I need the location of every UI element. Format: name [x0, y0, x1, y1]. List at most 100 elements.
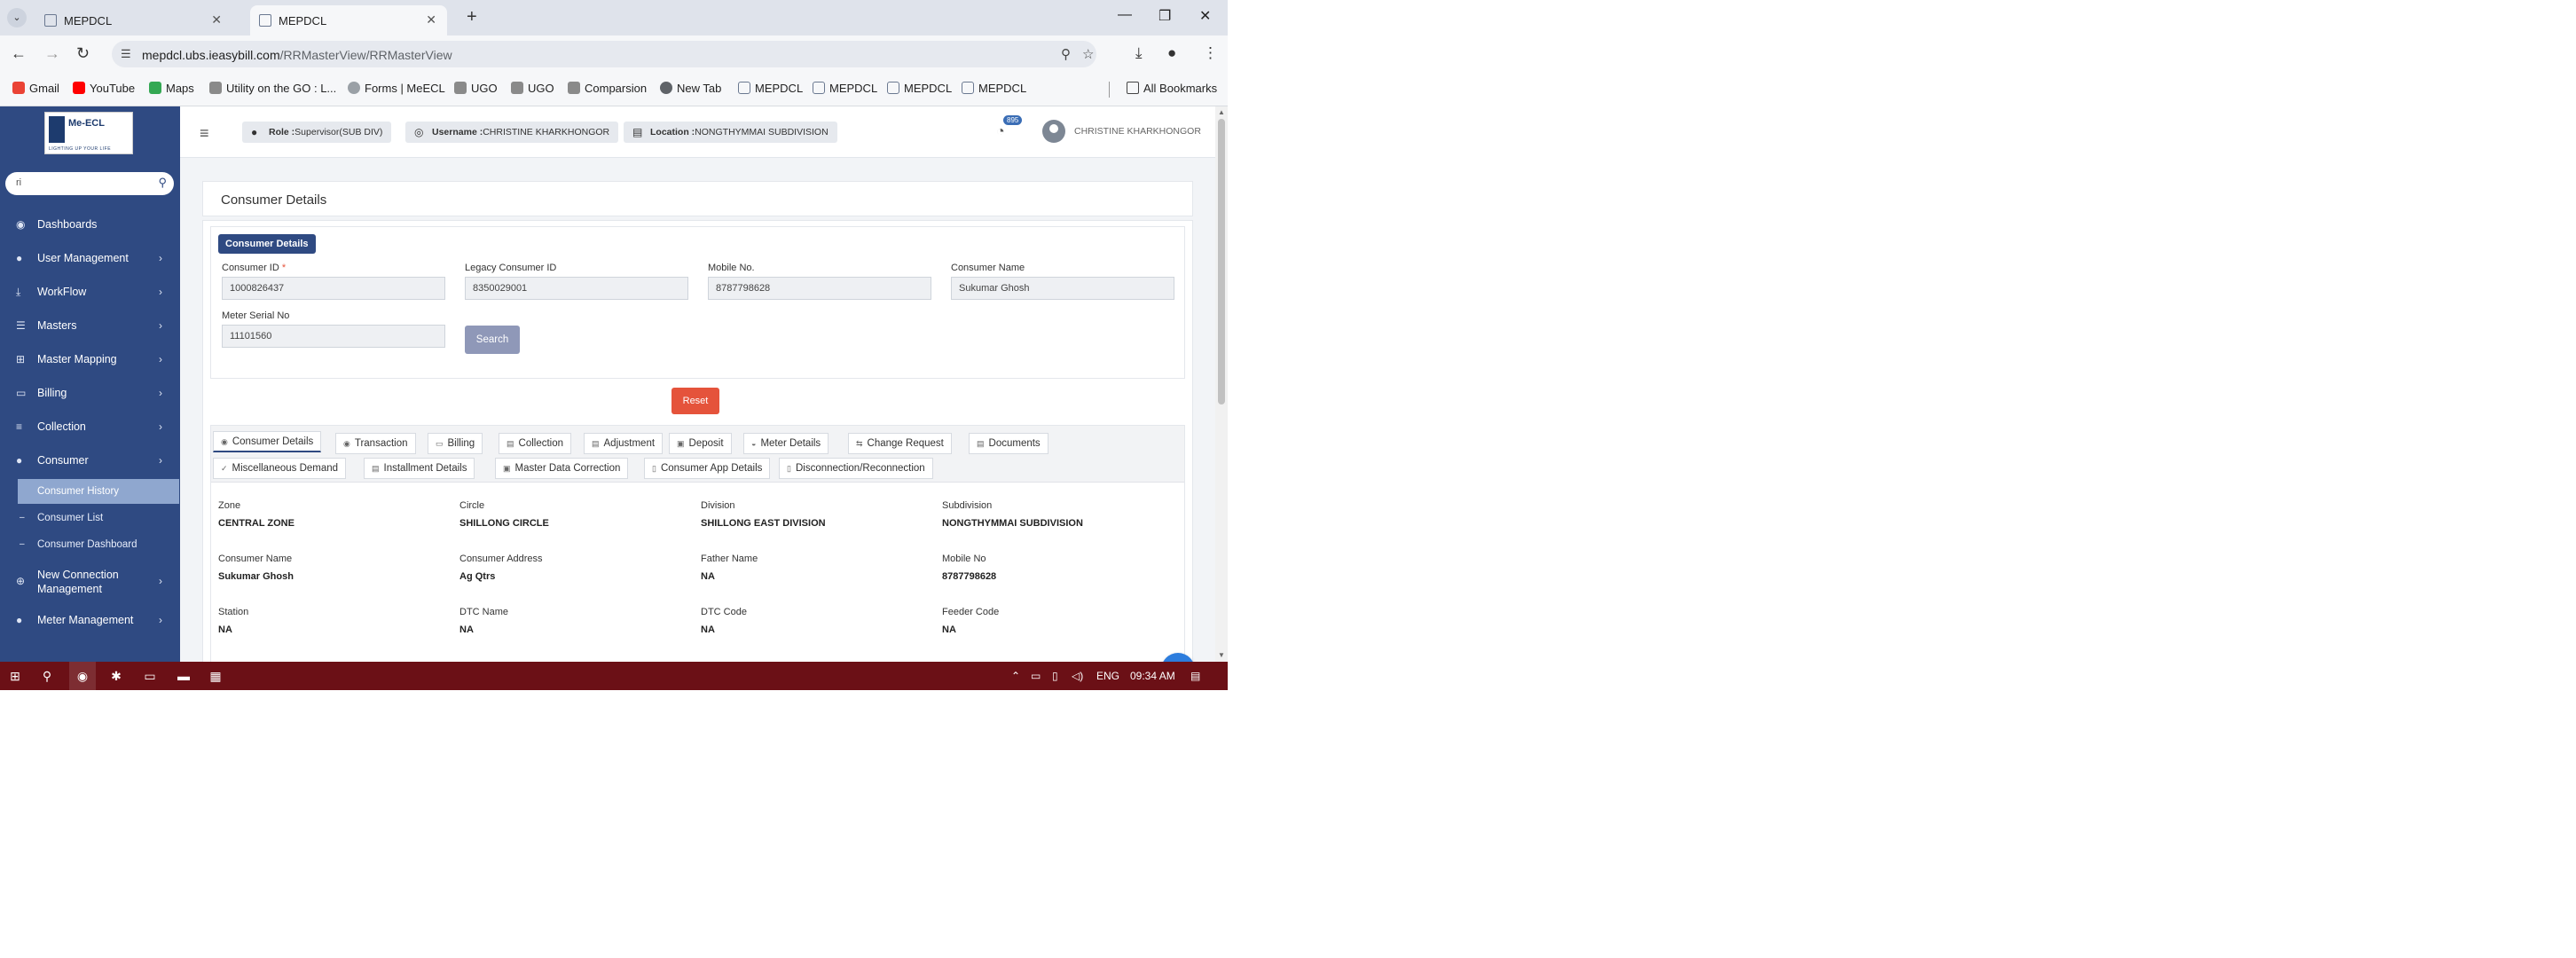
- tab-close-icon[interactable]: ✕: [426, 12, 436, 27]
- bookmark-forms[interactable]: Forms | MeECL: [348, 82, 445, 95]
- tray-battery-icon[interactable]: ▯: [1052, 670, 1058, 682]
- bookmark-ugo-2[interactable]: UGO: [511, 82, 554, 95]
- tab-billing[interactable]: ▭ Billing: [428, 433, 483, 454]
- tray-volume-icon[interactable]: ◁): [1072, 670, 1083, 682]
- sidebar-search-input[interactable]: ri ⚲: [5, 172, 174, 195]
- app-logo[interactable]: Me-ECL LIGHTING UP YOUR LIFE: [44, 112, 133, 154]
- scroll-down-icon[interactable]: ▼: [1218, 651, 1225, 659]
- tab-installment-details[interactable]: ▤ Installment Details: [364, 458, 475, 479]
- monitor-icon[interactable]: ▭: [142, 668, 158, 684]
- tab-disconnection-reconnection[interactable]: ▯ Disconnection/Reconnection: [779, 458, 933, 479]
- app-icon[interactable]: ✱: [108, 668, 124, 684]
- tray-clock[interactable]: 09:34 AM: [1130, 670, 1175, 682]
- sidebar-item-billing[interactable]: ▭ Billing ›: [0, 378, 180, 410]
- bookmark-gmail[interactable]: Gmail: [12, 82, 59, 95]
- bookmark-maps[interactable]: Maps: [149, 82, 194, 95]
- calendar-icon[interactable]: ▦: [208, 668, 224, 684]
- sidebar-item-masters[interactable]: ☰ Masters ›: [0, 310, 180, 342]
- tab-close-icon[interactable]: ✕: [211, 12, 222, 27]
- consumer-id-field[interactable]: [222, 277, 445, 300]
- tab-consumer-app-details[interactable]: ▯ Consumer App Details: [644, 458, 771, 479]
- sidebar-item-dashboards[interactable]: ◉ Dashboards: [0, 209, 180, 241]
- avatar[interactable]: [1042, 120, 1065, 143]
- page-scrollbar[interactable]: ▲ ▼: [1215, 106, 1228, 662]
- main-content: Consumer Details Consumer Details Consum…: [180, 158, 1215, 662]
- tab-master-data-correction[interactable]: ▣ Master Data Correction: [495, 458, 629, 479]
- bookmark-new-tab[interactable]: New Tab: [660, 82, 721, 95]
- bookmark-mepdcl-4[interactable]: MEPDCL: [962, 82, 1026, 95]
- sidebar-subitem-consumer-list[interactable]: – Consumer List: [0, 506, 180, 530]
- tab-icon: ▣: [677, 439, 685, 448]
- dashboard-icon: ◉: [16, 218, 26, 231]
- hamburger-menu-icon[interactable]: ≡: [200, 124, 209, 143]
- action-center-icon[interactable]: ▤: [1190, 670, 1200, 682]
- search-button[interactable]: Search: [465, 326, 520, 354]
- tab-miscellaneous-demand[interactable]: ✓ Miscellaneous Demand: [213, 458, 347, 479]
- tab-transaction[interactable]: ◉ Transaction: [335, 433, 416, 454]
- site-info-icon[interactable]: ☰: [121, 47, 131, 61]
- search-icon[interactable]: ⚲: [39, 668, 55, 684]
- sidebar-item-master-mapping[interactable]: ⊞ Master Mapping ›: [0, 344, 180, 376]
- all-bookmarks[interactable]: All Bookmarks: [1127, 82, 1217, 95]
- tab-search-icon[interactable]: ⌄: [7, 8, 27, 27]
- tab-change-request[interactable]: ⇆ Change Request: [848, 433, 952, 454]
- bookmark-comparsion[interactable]: Comparsion: [568, 82, 647, 95]
- sidebar-subitem-consumer-history[interactable]: Consumer History: [18, 479, 179, 504]
- url-text[interactable]: mepdcl.ubs.ieasybill.com/RRMasterView/RR…: [142, 48, 452, 62]
- user-icon: ●: [16, 252, 23, 264]
- tab-meter-details[interactable]: ◒ Meter Details: [743, 433, 829, 454]
- search-filter-box: Consumer Details Consumer ID * Legacy Co…: [210, 226, 1185, 379]
- browser-tab[interactable]: MEPDCL ✕: [35, 5, 232, 35]
- new-tab-icon[interactable]: +: [467, 7, 477, 27]
- bookmark-mepdcl-2[interactable]: MEPDCL: [813, 82, 877, 95]
- sidebar-item-collection[interactable]: ≡ Collection ›: [0, 412, 180, 444]
- file-explorer-icon[interactable]: ▬: [176, 668, 192, 684]
- bookmark-star-icon[interactable]: ☆: [1082, 46, 1094, 62]
- sidebar-item-workflow[interactable]: ⤓ WorkFlow ›: [0, 277, 180, 309]
- download-icon[interactable]: ⤓: [1135, 44, 1143, 62]
- bookmark-ugo[interactable]: UGO: [454, 82, 498, 95]
- chrome-icon[interactable]: ◉: [69, 662, 96, 690]
- sidebar-subitem-consumer-dashboard[interactable]: – Consumer Dashboard: [0, 532, 180, 557]
- address-bar[interactable]: ☰ mepdcl.ubs.ieasybill.com/RRMasterView/…: [112, 41, 1096, 67]
- tab-adjustment[interactable]: ▤ Adjustment: [584, 433, 664, 454]
- tab-deposit[interactable]: ▣ Deposit: [669, 433, 732, 454]
- tab-documents[interactable]: ▤ Documents: [969, 433, 1048, 454]
- sidebar-item-user-management[interactable]: ● User Management ›: [0, 243, 180, 275]
- window-close-icon[interactable]: ✕: [1199, 7, 1211, 25]
- browser-tab-active[interactable]: MEPDCL ✕: [250, 5, 447, 35]
- legacy-id-field[interactable]: [465, 277, 688, 300]
- search-icon[interactable]: ⚲: [158, 176, 167, 190]
- meter-serial-field[interactable]: [222, 325, 445, 348]
- scroll-up-icon[interactable]: ▲: [1218, 108, 1225, 116]
- minimize-icon[interactable]: —: [1118, 7, 1132, 23]
- restore-icon[interactable]: ❐: [1158, 7, 1171, 25]
- sidebar-item-meter-management[interactable]: ● Meter Management ›: [0, 605, 180, 637]
- zoom-icon[interactable]: ⚲: [1061, 46, 1071, 62]
- detail-value: Ag Qtrs: [459, 571, 496, 582]
- scrollbar-thumb[interactable]: [1218, 119, 1225, 404]
- tray-network-icon[interactable]: ▭: [1031, 670, 1041, 682]
- windows-start-icon[interactable]: ⊞: [7, 668, 23, 684]
- tray-language[interactable]: ENG: [1096, 670, 1119, 682]
- menu-icon[interactable]: ⋮: [1203, 44, 1218, 62]
- mobile-field[interactable]: [708, 277, 931, 300]
- notification-icon[interactable]: ◔: [996, 124, 1005, 140]
- reset-button[interactable]: Reset: [671, 388, 719, 414]
- consumer-name-field[interactable]: [951, 277, 1174, 300]
- user-circle-icon: ◎: [414, 126, 424, 138]
- tab-consumer-details[interactable]: ◉ Consumer Details: [213, 431, 322, 452]
- sidebar-item-new-connection[interactable]: ⊕ New Connection Management ›: [0, 564, 180, 596]
- back-icon[interactable]: ←: [11, 44, 27, 63]
- tray-chevron-icon[interactable]: ⌃: [1011, 670, 1020, 682]
- forward-icon[interactable]: →: [44, 44, 60, 63]
- user-display-name[interactable]: CHRISTINE KHARKHONGOR: [1074, 126, 1201, 137]
- profile-icon[interactable]: ●: [1167, 44, 1176, 62]
- sidebar-item-consumer[interactable]: ● Consumer ›: [0, 445, 180, 477]
- bookmark-utility[interactable]: Utility on the GO : L...: [209, 82, 336, 95]
- bookmark-mepdcl-3[interactable]: MEPDCL: [887, 82, 952, 95]
- reload-icon[interactable]: ↻: [76, 44, 90, 63]
- tab-collection[interactable]: ▤ Collection: [499, 433, 572, 454]
- bookmark-youtube[interactable]: YouTube: [73, 82, 135, 95]
- bookmark-mepdcl-1[interactable]: MEPDCL: [738, 82, 803, 95]
